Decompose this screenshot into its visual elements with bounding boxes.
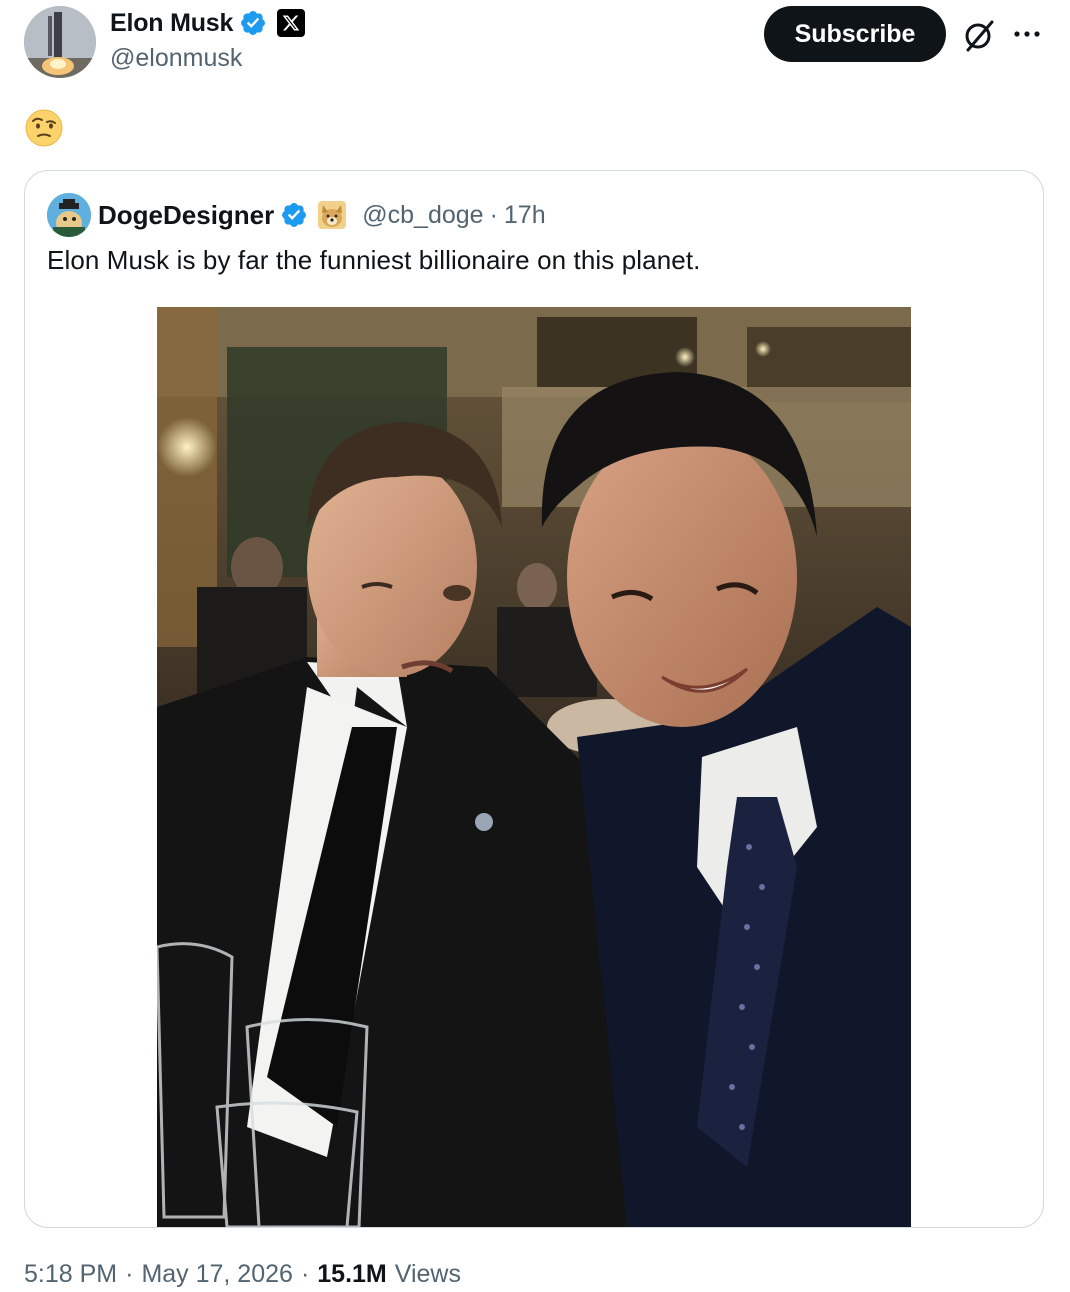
quoted-timestamp[interactable]: 17h	[504, 201, 546, 230]
post-time[interactable]: 5:18 PM	[24, 1260, 117, 1289]
subscribe-button[interactable]: Subscribe	[764, 6, 946, 62]
views-count: 15.1M	[317, 1260, 387, 1288]
quoted-separator: ·	[489, 200, 498, 229]
verified-badge-icon	[239, 9, 267, 37]
quoted-photo[interactable]	[157, 307, 911, 1227]
grok-icon[interactable]	[960, 16, 998, 54]
quoted-avatar[interactable]	[47, 193, 91, 237]
author-display-name[interactable]: Elon Musk	[110, 9, 233, 38]
views-label: Views	[394, 1260, 461, 1288]
meta-separator: ·	[125, 1260, 134, 1288]
tweet: Elon Musk @elonmusk Subscribe DogeDesign…	[0, 0, 1070, 1292]
x-affiliate-icon	[277, 9, 306, 37]
tweet-emoji: 🤨	[24, 108, 64, 148]
author-name-row: Elon Musk	[110, 8, 306, 38]
post-date[interactable]: May 17, 2026	[141, 1260, 293, 1289]
quoted-header: DogeDesigner @cb_doge · 17h	[98, 197, 546, 233]
author-handle[interactable]: @elonmusk	[110, 44, 242, 73]
meta-separator-2: ·	[300, 1260, 310, 1288]
author-avatar[interactable]	[24, 6, 96, 78]
quoted-tweet-text: Elon Musk is by far the funniest billion…	[47, 245, 701, 275]
quoted-handle[interactable]: @cb_doge	[362, 201, 483, 230]
more-options-icon[interactable]	[1010, 20, 1044, 48]
quoted-display-name[interactable]: DogeDesigner	[98, 200, 274, 231]
quoted-verified-badge-icon	[280, 201, 308, 229]
doge-affiliate-icon	[318, 201, 347, 229]
quoted-tweet-card[interactable]: DogeDesigner @cb_doge · 17h Elon Musk is…	[24, 170, 1044, 1228]
tweet-meta: 5:18 PM · May 17, 2026 · 15.1M Views	[24, 1260, 461, 1289]
